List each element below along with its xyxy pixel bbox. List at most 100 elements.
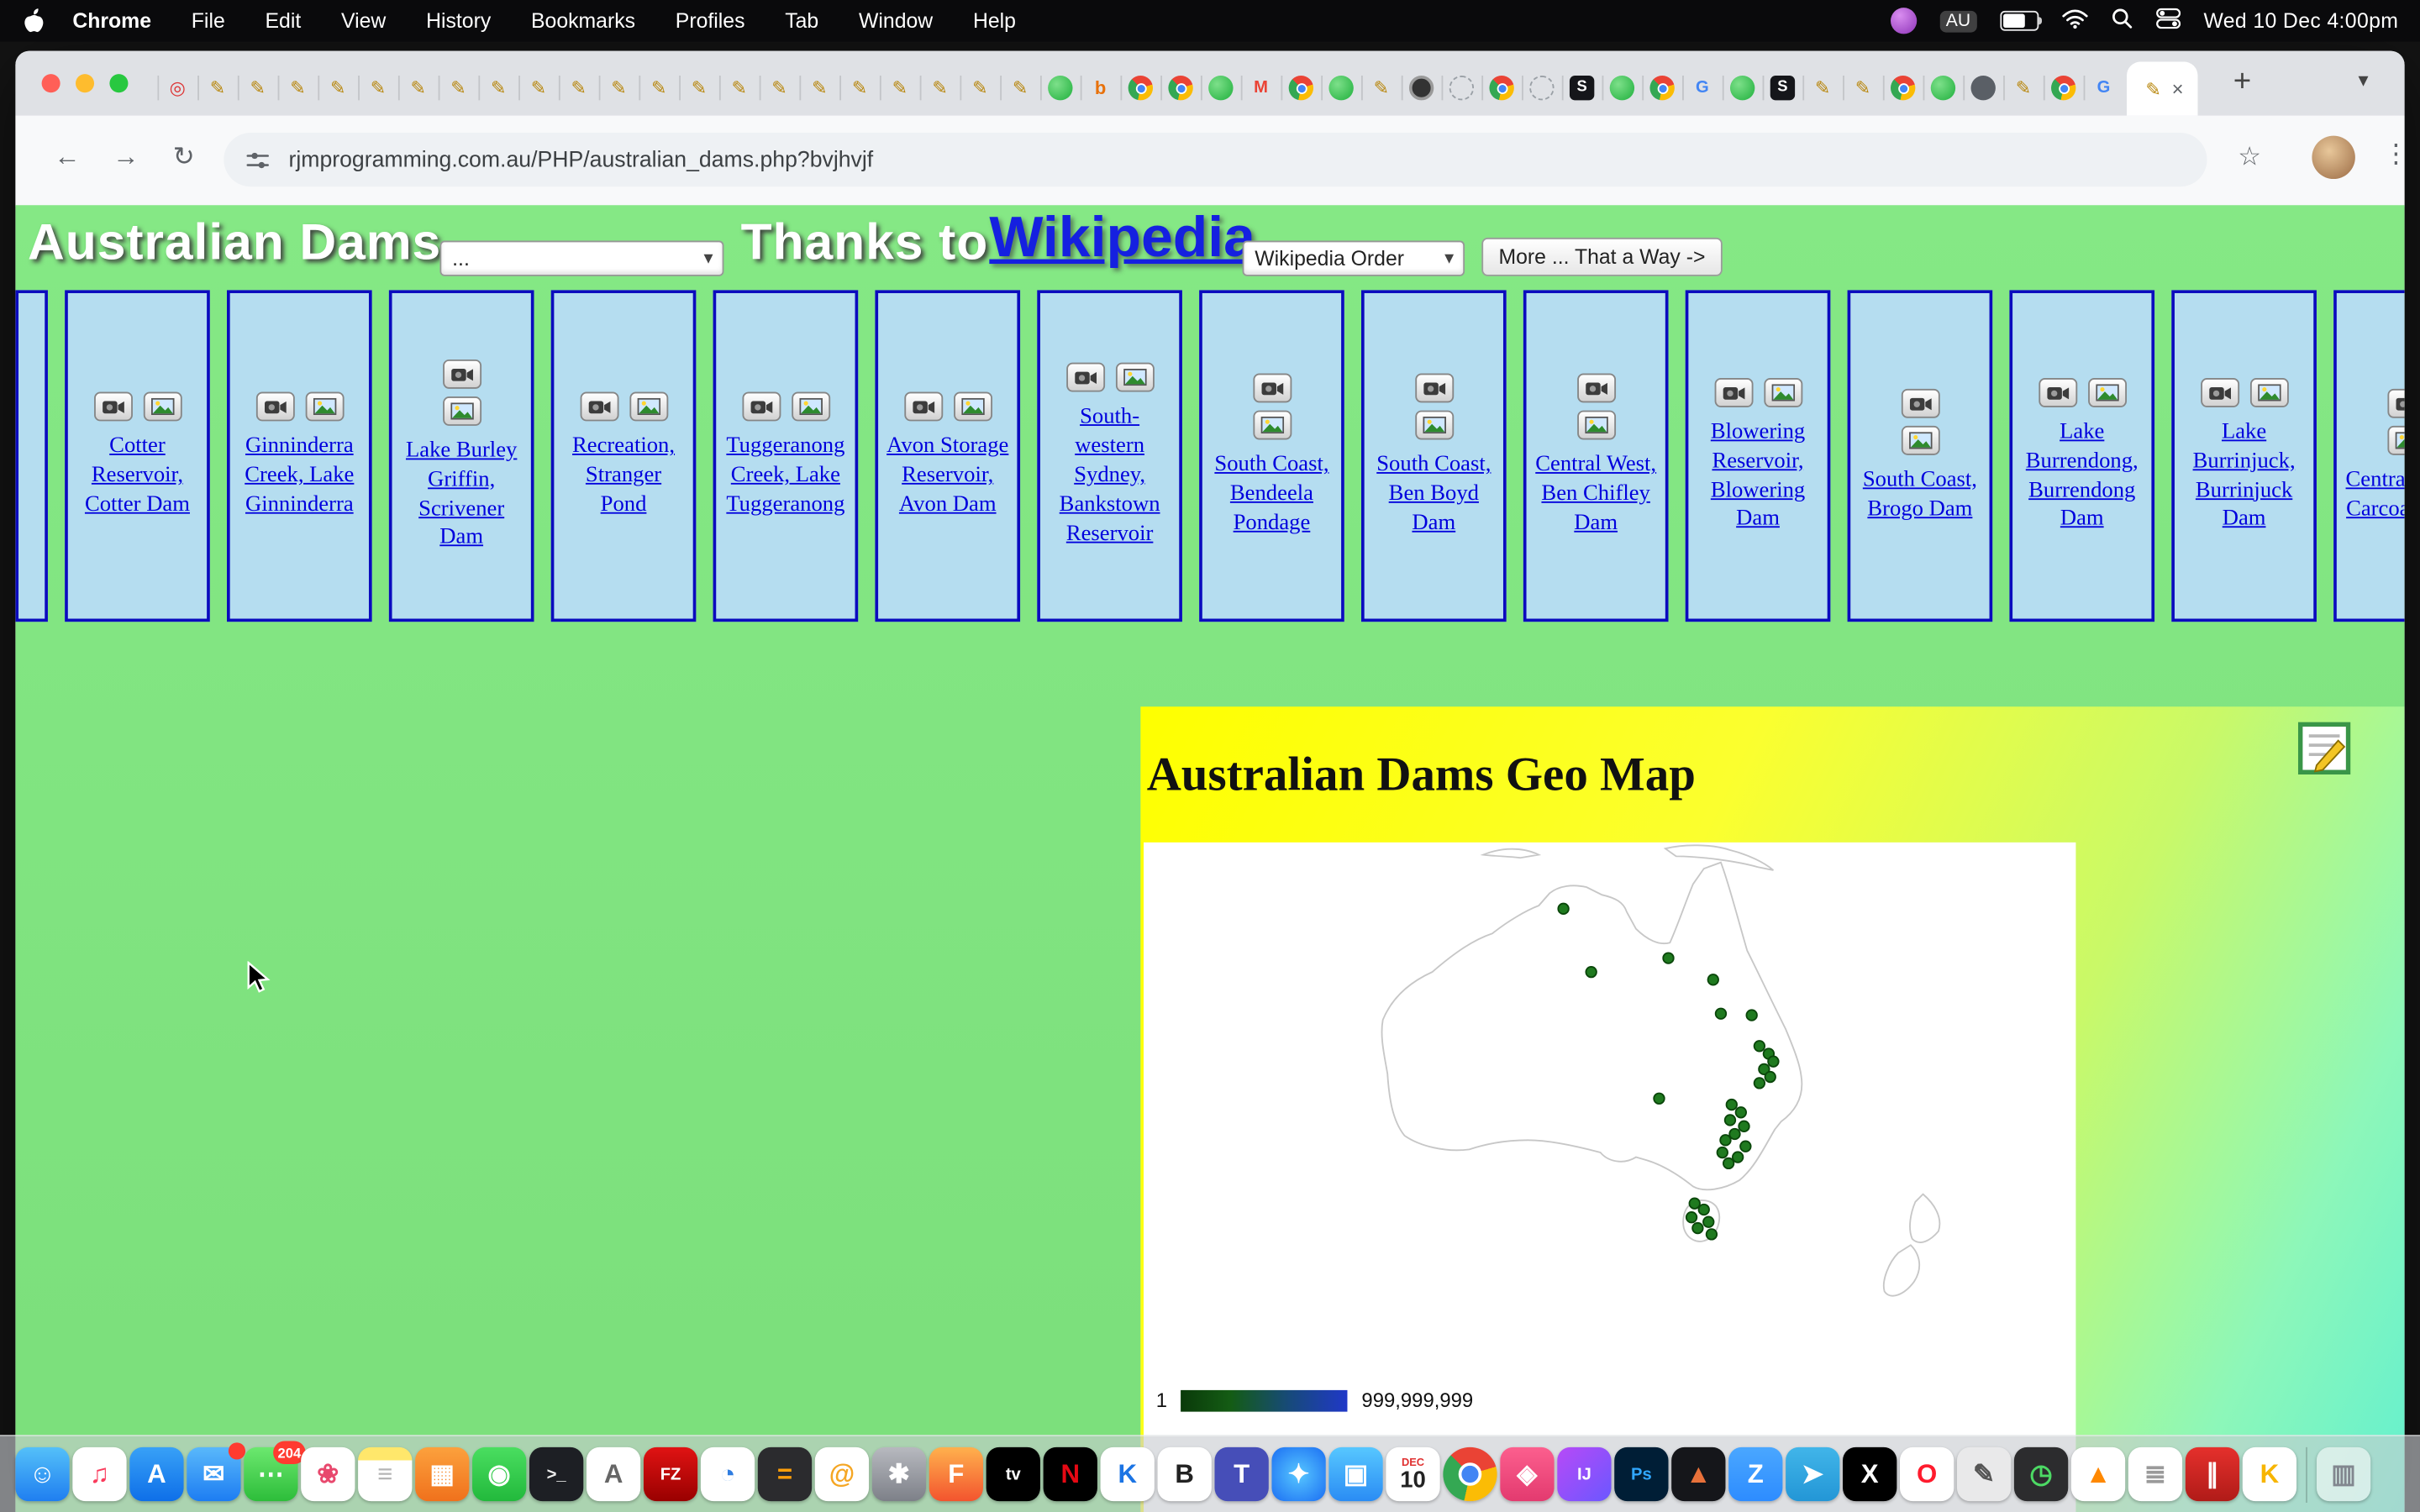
browser-tab[interactable]: ✎ <box>679 61 719 113</box>
dam-marker[interactable] <box>1768 1056 1778 1066</box>
dam-marker[interactable] <box>1754 1041 1765 1051</box>
photo-button[interactable] <box>2087 378 2126 407</box>
control-center-icon[interactable] <box>2156 8 2181 34</box>
status-app-icon[interactable] <box>1891 8 1917 34</box>
dock-icon-settings[interactable]: ✱ <box>872 1447 926 1501</box>
browser-tab[interactable] <box>1160 61 1201 113</box>
browser-tab[interactable]: S <box>1763 61 1803 113</box>
dock-icon-mail[interactable]: ✉ <box>187 1447 240 1501</box>
dock-icon-bbedit[interactable]: B <box>1158 1447 1212 1501</box>
dock-icon-safari[interactable]: ✦ <box>1271 1447 1325 1501</box>
dock-icon-phpstorm[interactable]: IJ <box>1557 1447 1611 1501</box>
dock-icon-firefox[interactable]: F <box>929 1447 983 1501</box>
menu-history[interactable]: History <box>426 9 491 33</box>
browser-tab[interactable]: ✎ <box>760 61 800 113</box>
browser-tab[interactable]: ✎ <box>1802 61 1843 113</box>
browser-tab[interactable]: ◎ <box>157 61 197 113</box>
browser-tab[interactable] <box>1522 61 1562 113</box>
browser-tab[interactable]: ✎ <box>238 61 278 113</box>
dam-link[interactable]: Tuggeranong Creek, Lake Tuggeranong <box>723 433 850 520</box>
dock-icon-keeper[interactable]: K <box>2243 1447 2296 1501</box>
menu-file[interactable]: File <box>192 9 225 33</box>
dock-icon-netflix[interactable]: N <box>1044 1447 1097 1501</box>
dam-marker[interactable] <box>1720 1135 1730 1145</box>
menu-view[interactable]: View <box>341 9 386 33</box>
window-zoom-button[interactable] <box>109 74 128 92</box>
browser-menu-icon[interactable]: ⋮ <box>2383 139 2405 170</box>
browser-tab[interactable]: S <box>1562 61 1602 113</box>
browser-tab[interactable]: ✎ <box>1000 61 1040 113</box>
browser-tab[interactable] <box>1402 61 1442 113</box>
forward-button[interactable]: → <box>113 142 139 173</box>
menubar-clock[interactable]: Wed 10 Dec 4:00pm <box>2203 9 2398 33</box>
omnibox[interactable]: rjmprogramming.com.au/PHP/australian_dam… <box>224 133 2207 186</box>
dam-marker[interactable] <box>1686 1212 1697 1222</box>
browser-tab[interactable]: ✎ <box>599 61 639 113</box>
browser-tab[interactable] <box>1602 61 1643 113</box>
photo-button[interactable] <box>1763 378 1802 407</box>
video-button[interactable] <box>1901 388 1939 417</box>
reload-button[interactable]: ↻ <box>173 142 195 173</box>
dock-icon-apple-tv[interactable]: tv <box>986 1447 1040 1501</box>
dam-marker[interactable] <box>1727 1100 1737 1110</box>
dam-link[interactable]: Cotter Reservoir, Cotter Dam <box>74 433 201 520</box>
dam-link[interactable]: South-western Sydney, Bankstown Reservoi… <box>1046 403 1173 549</box>
browser-tab[interactable] <box>1963 61 2003 113</box>
dock-icon-trash[interactable]: ▥ <box>2317 1447 2370 1501</box>
browser-tab[interactable]: ✎ <box>639 61 679 113</box>
photo-button[interactable] <box>629 392 667 422</box>
browser-tab[interactable]: ✎ <box>439 61 479 113</box>
browser-tab[interactable]: ✎ <box>197 61 238 113</box>
dock-icon-opera[interactable]: O <box>1900 1447 1954 1501</box>
video-button[interactable] <box>2387 388 2405 417</box>
video-button[interactable] <box>1065 363 1104 392</box>
browser-tab[interactable] <box>1321 61 1361 113</box>
browser-tab[interactable]: ✎ <box>478 61 518 113</box>
dam-marker[interactable] <box>1740 1141 1750 1151</box>
dock-icon-telegram[interactable]: ➤ <box>1786 1447 1839 1501</box>
dock-icon-app-store[interactable]: A <box>129 1447 183 1501</box>
dam-link[interactable]: Central West, Ben Chifley Dam <box>1533 451 1660 538</box>
video-button[interactable] <box>2038 378 2076 407</box>
browser-tab[interactable]: ✎ <box>960 61 1000 113</box>
browser-tab[interactable] <box>1201 61 1241 113</box>
browser-tab[interactable]: ✎ <box>719 61 760 113</box>
order-select[interactable]: Wikipedia Order <box>1243 241 1465 276</box>
video-button[interactable] <box>1414 374 1453 403</box>
dam-marker[interactable] <box>1689 1198 1699 1208</box>
video-button[interactable] <box>442 360 481 389</box>
dock-icon-calculator[interactable]: = <box>758 1447 812 1501</box>
dock-icon-photoshop[interactable]: Ps <box>1614 1447 1668 1501</box>
browser-tab[interactable]: ✎ <box>278 61 318 113</box>
menu-tab[interactable]: Tab <box>785 9 818 33</box>
photo-button[interactable] <box>1414 411 1453 440</box>
photo-button[interactable] <box>1115 363 1154 392</box>
dam-link[interactable]: Lake Burrendong, Burrendong Dam <box>2018 417 2145 533</box>
browser-tab[interactable]: ✎ <box>1843 61 1883 113</box>
active-tab[interactable]: ✎× <box>2127 61 2197 115</box>
browser-tab[interactable]: ✎ <box>1361 61 1402 113</box>
dam-marker[interactable] <box>1586 967 1596 977</box>
url-text[interactable]: rjmprogramming.com.au/PHP/australian_dam… <box>288 147 873 171</box>
video-button[interactable] <box>1714 378 1753 407</box>
dam-marker[interactable] <box>1754 1078 1765 1088</box>
dock-icon-pixelmator[interactable]: ▲ <box>1671 1447 1725 1501</box>
apple-menu-icon[interactable] <box>22 8 45 34</box>
browser-tab[interactable]: ✎ <box>358 61 398 113</box>
dock-icon-zoom[interactable]: Z <box>1728 1447 1782 1501</box>
dock-icon-calendar[interactable]: DEC10 <box>1386 1447 1439 1501</box>
browser-tab[interactable] <box>1040 61 1081 113</box>
browser-tab[interactable] <box>2044 61 2084 113</box>
browser-tab[interactable] <box>1642 61 1682 113</box>
dock-icon-chrome[interactable] <box>1443 1447 1497 1501</box>
dam-link[interactable]: South Coast, Brogo Dam <box>1857 465 1984 523</box>
back-button[interactable]: ← <box>54 142 80 173</box>
geo-map-canvas[interactable]: 1 999,999,999 <box>1144 843 2075 1512</box>
spotlight-icon[interactable] <box>2111 8 2133 34</box>
dock-icon-photos[interactable]: ❀ <box>301 1447 355 1501</box>
browser-tab[interactable] <box>1481 61 1522 113</box>
browser-tab[interactable] <box>1442 61 1482 113</box>
menu-help[interactable]: Help <box>973 9 1016 33</box>
photo-button[interactable] <box>442 396 481 426</box>
dam-marker[interactable] <box>1729 1129 1739 1139</box>
